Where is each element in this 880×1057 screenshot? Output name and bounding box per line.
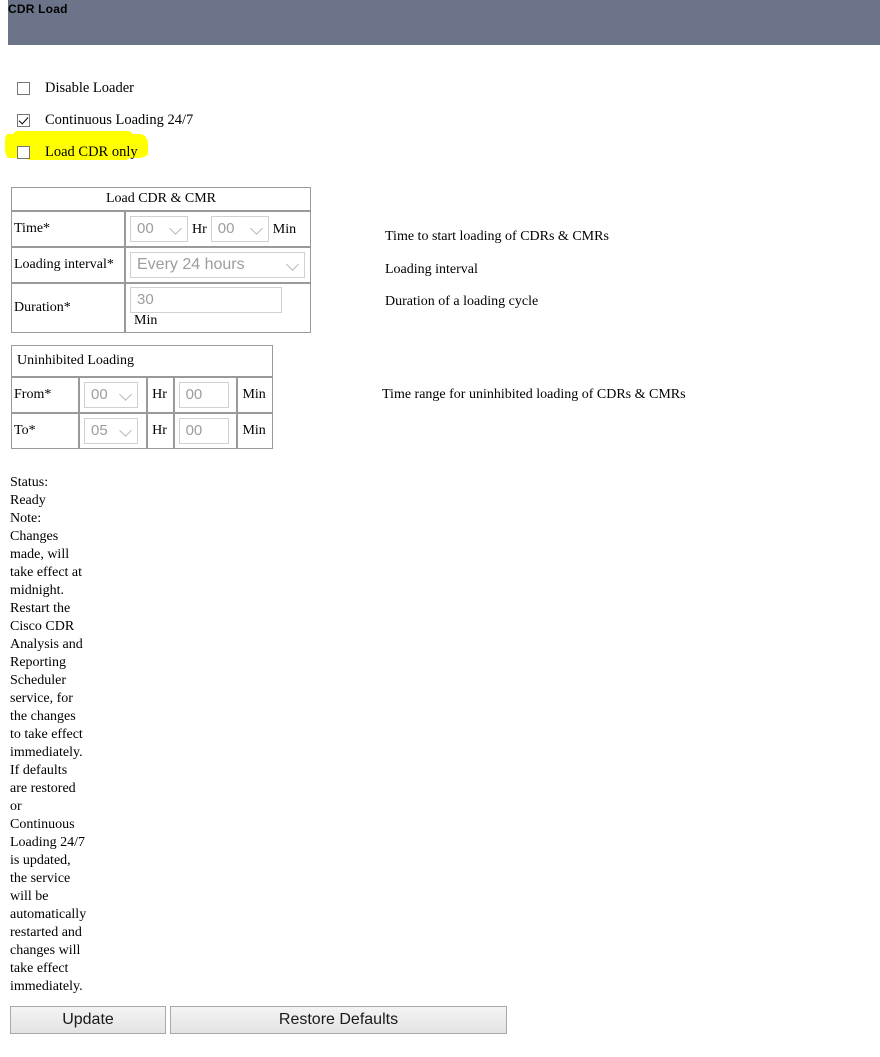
time-hour-unit: Hr [192,222,207,237]
status-line: take effect at [10,565,83,580]
uninhibited-loading-table: Uninhibited Loading From* 00 Hr 00 Min T… [11,345,273,449]
status-line: changes will [10,943,81,958]
time-hour-value: 00 [137,220,154,237]
page-header-bar: CDR Load [8,0,880,45]
duration-unit: Min [134,313,158,328]
status-line: automatically [10,907,87,922]
disable-loader-checkbox[interactable] [17,81,30,95]
description-time: Time to start loading of CDRs & CMRs [385,229,609,244]
time-row-controls: 00 Hr 00 Min [125,211,311,247]
status-line: Status: [10,475,49,490]
update-button[interactable]: Update [10,1006,166,1034]
status-line: to take effect [10,727,83,742]
description-duration: Duration of a loading cycle [385,294,539,309]
status-line: Reporting [10,655,66,670]
load-table-title: Load CDR & CMR [11,187,311,211]
time-hour-select[interactable]: 00 [130,216,188,242]
checkbox-row-load-cdr-only[interactable]: Load CDR only [17,136,417,168]
loader-options-group: Disable Loader Continuous Loading 24/7 L… [5,72,417,168]
uninhibited-title-row: Uninhibited Loading [11,345,273,377]
status-line: Cisco CDR [10,619,75,634]
status-line: If defaults [10,763,68,778]
status-line: take effect [10,961,69,976]
status-note-block: Status: Ready Note: Changes made, will t… [10,474,96,996]
to-hour-cell: 05 [79,413,148,449]
chevron-down-icon [169,222,182,235]
duration-label: Duration* [11,283,125,333]
to-minute-unit: Min [237,413,273,449]
from-hour-cell: 00 [79,377,148,413]
status-line: is updated, [10,853,71,868]
to-label: To* [11,413,79,449]
load-cdr-only-label: Load CDR only [45,143,138,160]
status-line: restarted and [10,925,82,940]
loading-interval-select[interactable]: Every 24 hours [130,252,305,278]
description-uninhibited: Time range for uninhibited loading of CD… [382,387,686,402]
disable-loader-label: Disable Loader [45,79,134,96]
time-row-label: Time* [11,211,125,247]
status-line: Changes [10,529,59,544]
status-line: Restart the [10,601,71,616]
chevron-down-icon [249,222,263,235]
status-line: immediately. [10,745,83,760]
to-minute-cell: 00 [173,413,238,449]
description-interval: Loading interval [385,262,478,277]
status-line: Loading 24/7 [10,835,86,850]
uninhibited-from-row: From* 00 Hr 00 Min [11,377,273,413]
from-minute-cell: 00 [173,377,238,413]
status-line: service, for [10,691,73,706]
time-minute-unit: Min [272,222,297,237]
to-minute-input[interactable]: 00 [178,418,229,444]
status-line: are restored [10,781,76,796]
to-hour-value: 05 [91,422,108,439]
from-hour-value: 00 [91,386,108,403]
from-label: From* [11,377,79,413]
checkbox-row-continuous-loading[interactable]: Continuous Loading 24/7 [17,104,417,136]
load-cdr-only-checkbox[interactable] [17,145,30,159]
status-line: immediately. [10,979,83,994]
continuous-loading-checkbox[interactable] [17,113,30,127]
status-line: or [10,799,22,814]
status-line: Scheduler [10,673,66,688]
duration-controls: 30Min [125,283,311,333]
chevron-down-icon [119,424,132,437]
status-line: Ready [10,493,46,508]
uninhibited-to-row: To* 05 Hr 00 Min [11,413,273,449]
status-line: Continuous [10,817,75,832]
status-line: Analysis and [10,637,83,652]
load-cdr-cmr-table: Load CDR & CMR Time* 00 Hr 00 Min Loadin… [11,187,311,333]
from-minute-unit: Min [237,377,273,413]
chevron-down-icon [286,258,299,271]
load-table-time-row: Time* 00 Hr 00 Min [11,211,311,247]
checkbox-row-disable-loader[interactable]: Disable Loader [17,72,417,104]
from-hour-select[interactable]: 00 [84,382,138,408]
loading-interval-label: Loading interval* [11,247,125,283]
load-table-title-row: Load CDR & CMR [11,187,311,211]
duration-input[interactable]: 30 [130,287,282,313]
load-table-interval-row: Loading interval* Every 24 hours [11,247,311,283]
loading-interval-value: Every 24 hours [137,256,245,273]
loading-interval-controls: Every 24 hours [125,247,311,283]
page-title: CDR Load [8,2,68,16]
status-line: the service [10,871,71,886]
time-minute-value: 00 [217,220,235,237]
status-line: Note: [10,511,42,526]
uninhibited-table-title: Uninhibited Loading [11,345,273,377]
load-table-duration-row: Duration* 30Min [11,283,311,333]
chevron-down-icon [119,388,132,401]
from-minute-input[interactable]: 00 [178,382,229,408]
restore-defaults-button[interactable]: Restore Defaults [170,1006,507,1034]
to-hour-unit: Hr [147,413,174,449]
status-line: midnight. [10,583,65,598]
status-line: the changes [10,709,76,724]
time-minute-select[interactable]: 00 [210,216,269,242]
status-line: made, will [10,547,70,562]
from-hour-unit: Hr [147,377,174,413]
status-line: will be [10,889,49,904]
to-hour-select[interactable]: 05 [84,418,138,444]
continuous-loading-label: Continuous Loading 24/7 [45,111,194,128]
